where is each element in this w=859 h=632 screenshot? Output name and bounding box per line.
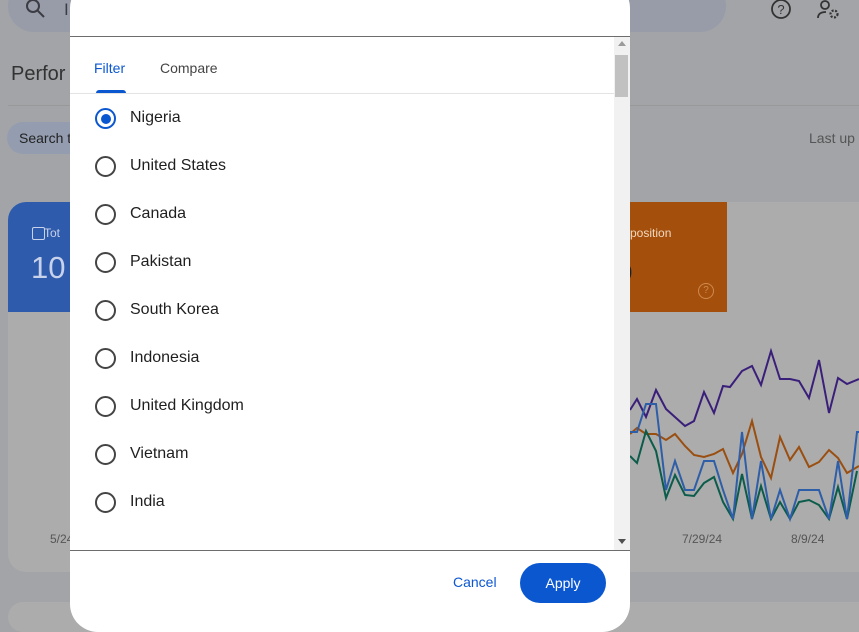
country-label: United Kingdom (130, 397, 244, 414)
divider (70, 550, 630, 551)
tab-compare[interactable]: Compare (160, 60, 218, 76)
radio-button[interactable] (95, 492, 116, 513)
scrollbar[interactable] (614, 37, 630, 550)
country-label: Indonesia (130, 349, 200, 366)
country-label: Nigeria (130, 109, 181, 126)
cancel-button[interactable]: Cancel (453, 574, 497, 590)
country-option[interactable]: United States (70, 142, 614, 190)
country-label: India (130, 493, 165, 510)
country-label: Vietnam (130, 445, 189, 462)
country-filter-dialog: Filter Compare Nigeria United States Canad… (70, 0, 630, 632)
scroll-up-arrow-icon[interactable] (618, 41, 626, 46)
country-option[interactable]: South Korea (70, 286, 614, 334)
radio-button[interactable] (95, 252, 116, 273)
country-option[interactable]: United Kingdom (70, 382, 614, 430)
country-option[interactable]: Canada (70, 190, 614, 238)
x-tick-label: 8/9/24 (791, 532, 825, 546)
scrollbar-thumb[interactable] (615, 55, 628, 97)
apply-button[interactable]: Apply (520, 563, 606, 603)
clicks-line (630, 403, 859, 523)
country-label: South Korea (130, 301, 219, 318)
country-label: Pakistan (130, 253, 192, 270)
country-label: United States (130, 157, 227, 174)
x-tick-label: 7/29/24 (682, 532, 723, 546)
radio-button[interactable] (95, 348, 116, 369)
radio-button[interactable] (95, 204, 116, 225)
radio-button[interactable] (95, 156, 116, 177)
scroll-down-arrow-icon[interactable] (618, 539, 626, 544)
dialog-content: Filter Compare Nigeria United States Canad… (70, 37, 614, 550)
tab-filter[interactable]: Filter (94, 60, 125, 76)
radio-button[interactable] (95, 396, 116, 417)
country-option[interactable]: Nigeria (70, 94, 614, 142)
country-option[interactable]: Vietnam (70, 430, 614, 478)
radio-button[interactable] (95, 444, 116, 465)
country-option[interactable]: India (70, 478, 614, 526)
country-option[interactable]: Pakistan (70, 238, 614, 286)
radio-button[interactable] (95, 300, 116, 321)
radio-button[interactable] (95, 108, 116, 129)
country-option[interactable]: Indonesia (70, 334, 614, 382)
impressions-line (629, 347, 859, 428)
country-label: Canada (130, 205, 187, 222)
